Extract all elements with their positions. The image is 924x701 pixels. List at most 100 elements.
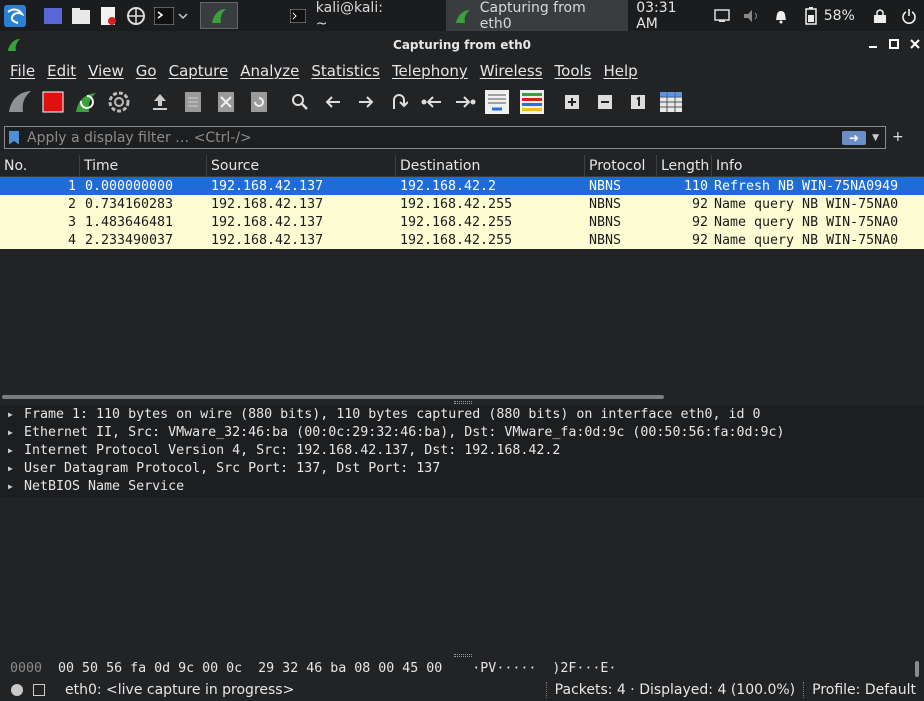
find-packet-icon[interactable] (286, 88, 314, 116)
bookmark-icon[interactable] (9, 130, 19, 145)
last-packet-icon[interactable] (451, 88, 479, 116)
profile-status[interactable]: Profile: Default (812, 682, 916, 698)
pane-splitter-handle[interactable] (454, 401, 472, 404)
maximize-icon[interactable] (887, 37, 901, 51)
packet-row[interactable]: 2 0.734160283 192.168.42.137 192.168.42.… (0, 195, 924, 213)
menu-view[interactable]: View (82, 62, 130, 80)
taskbar: kali@kali: ~ Capturing from eth0 03:31 A… (0, 0, 924, 32)
taskbar-wireshark-button[interactable]: Capturing from eth0 (445, 0, 629, 32)
volume-icon[interactable] (741, 5, 763, 27)
expand-arrow-icon[interactable]: ▶ (8, 482, 16, 491)
autoscroll-icon[interactable] (484, 88, 510, 116)
shark-fin-start-icon[interactable] (6, 88, 34, 116)
status-divider (545, 682, 547, 698)
close-window-icon[interactable] (908, 37, 922, 51)
packet-length: 110 (683, 178, 708, 194)
restart-capture-icon[interactable] (72, 88, 100, 116)
menu-telephony[interactable]: Telephony (386, 62, 474, 80)
wireshark-launcher-icon[interactable] (200, 2, 238, 29)
column-header-length[interactable]: Length (657, 155, 712, 177)
expand-arrow-icon[interactable]: ▶ (8, 428, 16, 437)
desktop-icon[interactable] (42, 5, 64, 27)
lock-screen-icon[interactable] (869, 5, 891, 27)
text-editor-icon[interactable] (97, 5, 119, 27)
column-header-time[interactable]: Time (80, 155, 207, 177)
battery-icon[interactable] (800, 5, 822, 27)
open-file-icon[interactable] (146, 88, 174, 116)
expand-arrow-icon[interactable]: ▶ (8, 446, 16, 455)
capture-status: eth0: <live capture in progress> (65, 682, 295, 698)
close-file-icon[interactable] (212, 88, 240, 116)
pane-splitter-handle[interactable] (454, 654, 472, 657)
expert-info-icon[interactable] (11, 684, 23, 696)
details-tree-item[interactable]: ▶ NetBIOS Name Service (0, 477, 924, 495)
column-header-destination[interactable]: Destination (396, 155, 585, 177)
bytes-hex[interactable]: 00 50 56 fa 0d 9c 00 0c 29 32 46 ba 08 0… (58, 661, 442, 676)
chevron-down-icon[interactable] (177, 5, 189, 27)
expand-arrow-icon[interactable]: ▶ (8, 410, 16, 419)
display-icon[interactable] (711, 5, 733, 27)
go-back-icon[interactable] (319, 88, 347, 116)
packet-details-pane: ▶ Frame 1: 110 bytes on wire (880 bits),… (0, 405, 924, 497)
packet-no: 2 (67, 196, 76, 212)
column-header-protocol[interactable]: Protocol (585, 155, 657, 177)
chevron-down-icon[interactable]: ▼ (872, 133, 879, 143)
packet-time: 1.483646481 (85, 214, 174, 230)
display-filter-input[interactable] (19, 129, 843, 146)
browser-icon[interactable] (125, 5, 147, 27)
stop-capture-icon[interactable] (39, 88, 67, 116)
arrow-right-icon[interactable]: ➜ (842, 130, 867, 145)
column-header-source[interactable]: Source (207, 155, 396, 177)
details-tree-item[interactable]: ▶ Internet Protocol Version 4, Src: 192.… (0, 441, 924, 459)
zoom-in-icon[interactable] (558, 88, 586, 116)
column-header-info[interactable]: Info (712, 155, 924, 177)
status-divider (803, 682, 805, 698)
bytes-ascii[interactable]: ·PV····· )2F···E· (472, 661, 616, 676)
menu-capture[interactable]: Capture (163, 62, 235, 80)
menu-analyze[interactable]: Analyze (234, 62, 305, 80)
expand-arrow-icon[interactable]: ▶ (8, 464, 16, 473)
go-to-packet-icon[interactable] (385, 88, 413, 116)
minimize-icon[interactable] (866, 37, 880, 51)
packet-row[interactable]: 1 0.000000000 192.168.42.137 192.168.42.… (0, 177, 924, 195)
taskbar-terminal-button[interactable]: kali@kali: ~ (282, 0, 406, 32)
menu-go[interactable]: Go (130, 62, 163, 80)
first-packet-icon[interactable] (418, 88, 446, 116)
packet-row[interactable]: 3 1.483646481 192.168.42.137 192.168.42.… (0, 213, 924, 231)
clock[interactable]: 03:31 AM (636, 0, 701, 32)
colorize-icon[interactable] (519, 88, 545, 116)
resize-columns-icon[interactable] (657, 88, 685, 116)
details-tree-item[interactable]: ▶ Ethernet II, Src: VMware_32:46:ba (00:… (0, 423, 924, 441)
packet-list-horizontal-scrollbar[interactable] (2, 395, 664, 399)
menu-tools[interactable]: Tools (549, 62, 598, 80)
go-forward-icon[interactable] (352, 88, 380, 116)
menu-edit[interactable]: Edit (41, 62, 82, 80)
bytes-vertical-scrollbar[interactable] (915, 661, 919, 677)
packet-time: 0.734160283 (85, 196, 174, 212)
menu-statistics[interactable]: Statistics (305, 62, 386, 80)
capture-options-icon[interactable] (105, 88, 133, 116)
reload-file-icon[interactable] (245, 88, 273, 116)
power-icon[interactable] (898, 5, 920, 27)
window-titlebar[interactable]: Capturing from eth0 (0, 31, 924, 59)
capture-comment-icon[interactable] (33, 684, 45, 696)
add-filter-button[interactable]: + (892, 129, 904, 145)
packet-row[interactable]: 4 2.233490037 192.168.42.137 192.168.42.… (0, 231, 924, 249)
menu-file[interactable]: File (4, 62, 41, 80)
file-manager-icon[interactable] (70, 5, 92, 27)
menu-help[interactable]: Help (597, 62, 643, 80)
kali-menu-icon[interactable] (4, 4, 26, 27)
save-file-icon[interactable] (179, 88, 207, 116)
packet-details-empty-area (0, 497, 924, 652)
notification-bell-icon[interactable] (771, 5, 793, 27)
details-tree-item[interactable]: ▶ User Datagram Protocol, Src Port: 137,… (0, 459, 924, 477)
details-tree-item[interactable]: ▶ Frame 1: 110 bytes on wire (880 bits),… (0, 405, 924, 423)
packet-destination: 192.168.42.255 (400, 196, 513, 212)
packet-no: 1 (67, 178, 76, 194)
normal-size-icon[interactable] (624, 88, 652, 116)
column-header-no[interactable]: No. (0, 155, 80, 177)
battery-percentage: 58% (823, 7, 855, 24)
zoom-out-icon[interactable] (591, 88, 619, 116)
menu-wireless[interactable]: Wireless (474, 62, 549, 80)
terminal-icon[interactable] (153, 5, 175, 27)
